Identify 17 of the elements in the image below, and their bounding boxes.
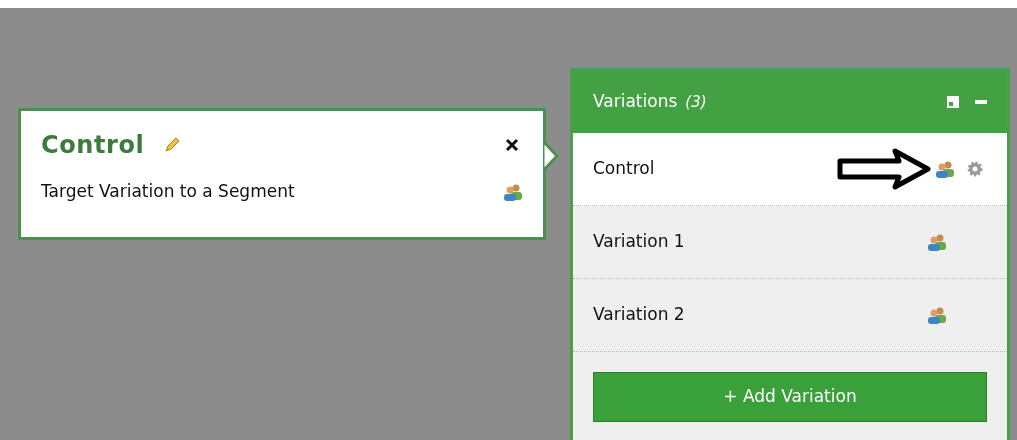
variation-count: (3) [685, 91, 707, 113]
arrow-icon [837, 148, 931, 190]
users-icon[interactable] [503, 182, 523, 201]
variation-name: Control [593, 157, 655, 181]
users-icon[interactable] [935, 160, 955, 178]
segment-label: Target Variation to a Segment [41, 180, 295, 203]
close-icon[interactable] [505, 138, 519, 152]
pencil-icon[interactable] [164, 137, 181, 153]
variation-name: Variation 2 [593, 303, 685, 327]
panel-title: Variations [593, 90, 678, 114]
variation-name: Variation 1 [593, 230, 685, 254]
popup-title: Control [41, 130, 145, 161]
users-icon[interactable] [927, 233, 947, 251]
settings-icon[interactable] [967, 161, 983, 177]
maximize-icon[interactable] [947, 96, 959, 108]
variation-row[interactable]: Control [573, 133, 1007, 206]
users-icon[interactable] [927, 306, 947, 324]
